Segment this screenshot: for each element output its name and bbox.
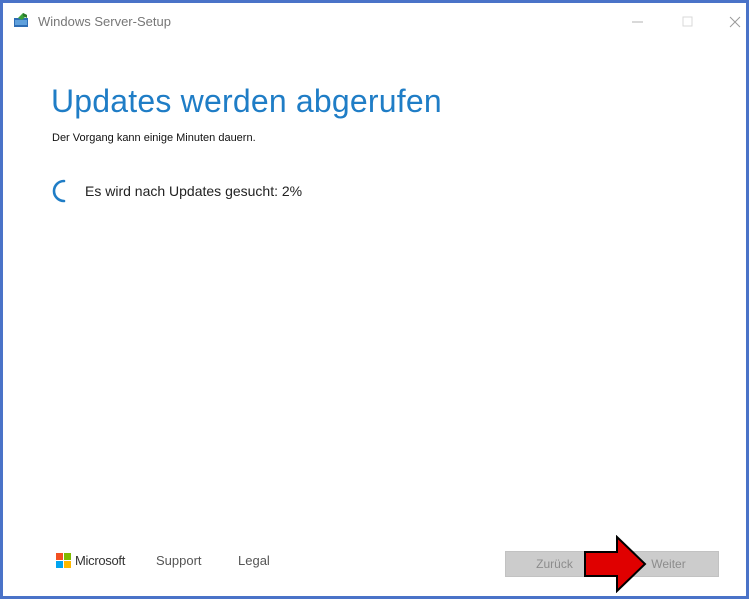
setup-window: Windows Server-Setup Updates werden abge… [0,0,749,599]
microsoft-brand: Microsoft [75,553,126,568]
minimize-button[interactable] [620,9,656,35]
page-subtitle: Der Vorgang kann einige Minuten dauern. [52,132,256,144]
window-title: Windows Server-Setup [38,14,171,29]
page-title: Updates werden abgerufen [51,83,442,119]
close-button[interactable] [720,9,749,35]
loading-spinner-icon [52,179,66,203]
setup-icon [14,13,28,27]
legal-link[interactable]: Legal [238,553,270,568]
support-link[interactable]: Support [156,553,202,568]
title-bar[interactable]: Windows Server-Setup [3,3,746,39]
close-icon [729,16,741,28]
red-arrow-icon [584,535,647,593]
status-text: Es wird nach Updates gesucht: 2% [85,183,303,199]
maximize-button[interactable] [670,9,706,35]
maximize-icon [682,16,693,27]
microsoft-logo-icon [56,553,72,569]
minimize-icon [632,21,643,23]
